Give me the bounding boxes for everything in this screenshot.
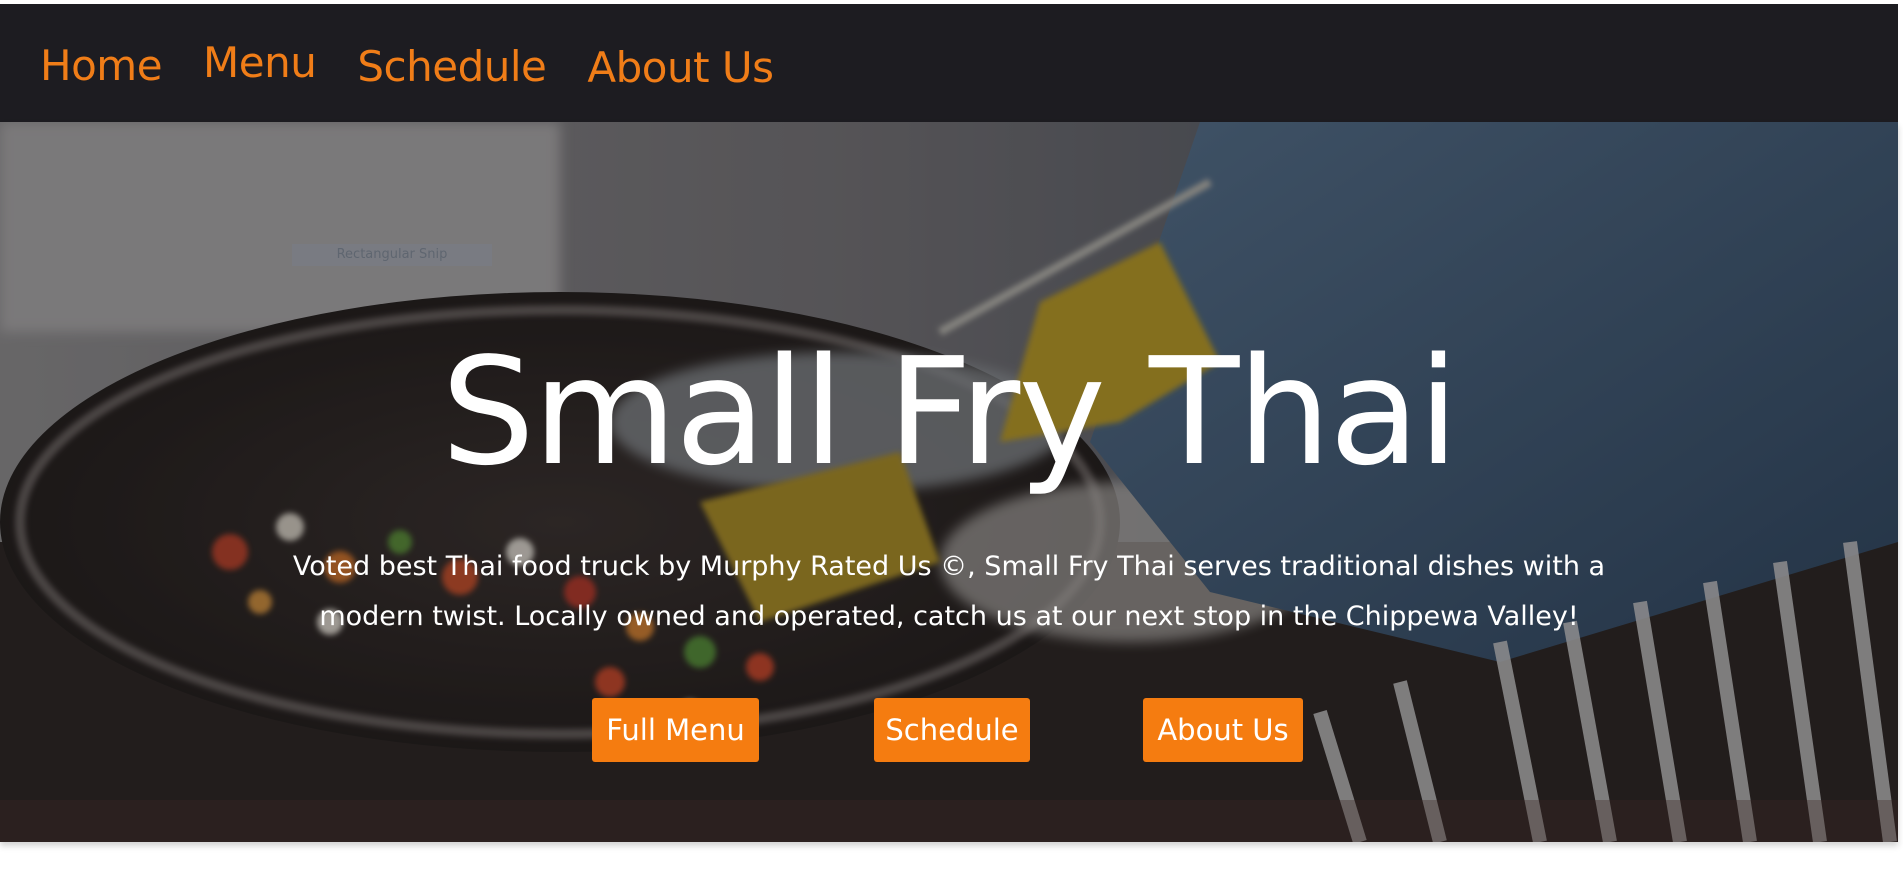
- hero-button-group: Full Menu Schedule About Us: [0, 698, 1898, 762]
- top-navbar: Home Menu Schedule About Us: [0, 4, 1898, 122]
- nav-link-home[interactable]: Home: [40, 45, 163, 87]
- schedule-button[interactable]: Schedule: [874, 698, 1030, 762]
- full-menu-button[interactable]: Full Menu: [592, 698, 759, 762]
- hero-title: Small Fry Thai: [441, 326, 1459, 498]
- hero-bottom-band: [0, 800, 1898, 842]
- nav-link-schedule[interactable]: Schedule: [357, 46, 547, 88]
- hero-description: Voted best Thai food truck by Murphy Rat…: [292, 551, 1606, 632]
- hero-section: Rectangular Snip Small Fry Thai Voted be…: [0, 122, 1898, 842]
- page: Home Menu Schedule About Us Rectangular …: [0, 0, 1903, 876]
- nav-link-about-us[interactable]: About Us: [587, 47, 774, 89]
- rectangular-snip-tooltip: Rectangular Snip: [292, 244, 492, 266]
- nav-link-menu[interactable]: Menu: [203, 42, 317, 84]
- about-us-button[interactable]: About Us: [1143, 698, 1303, 762]
